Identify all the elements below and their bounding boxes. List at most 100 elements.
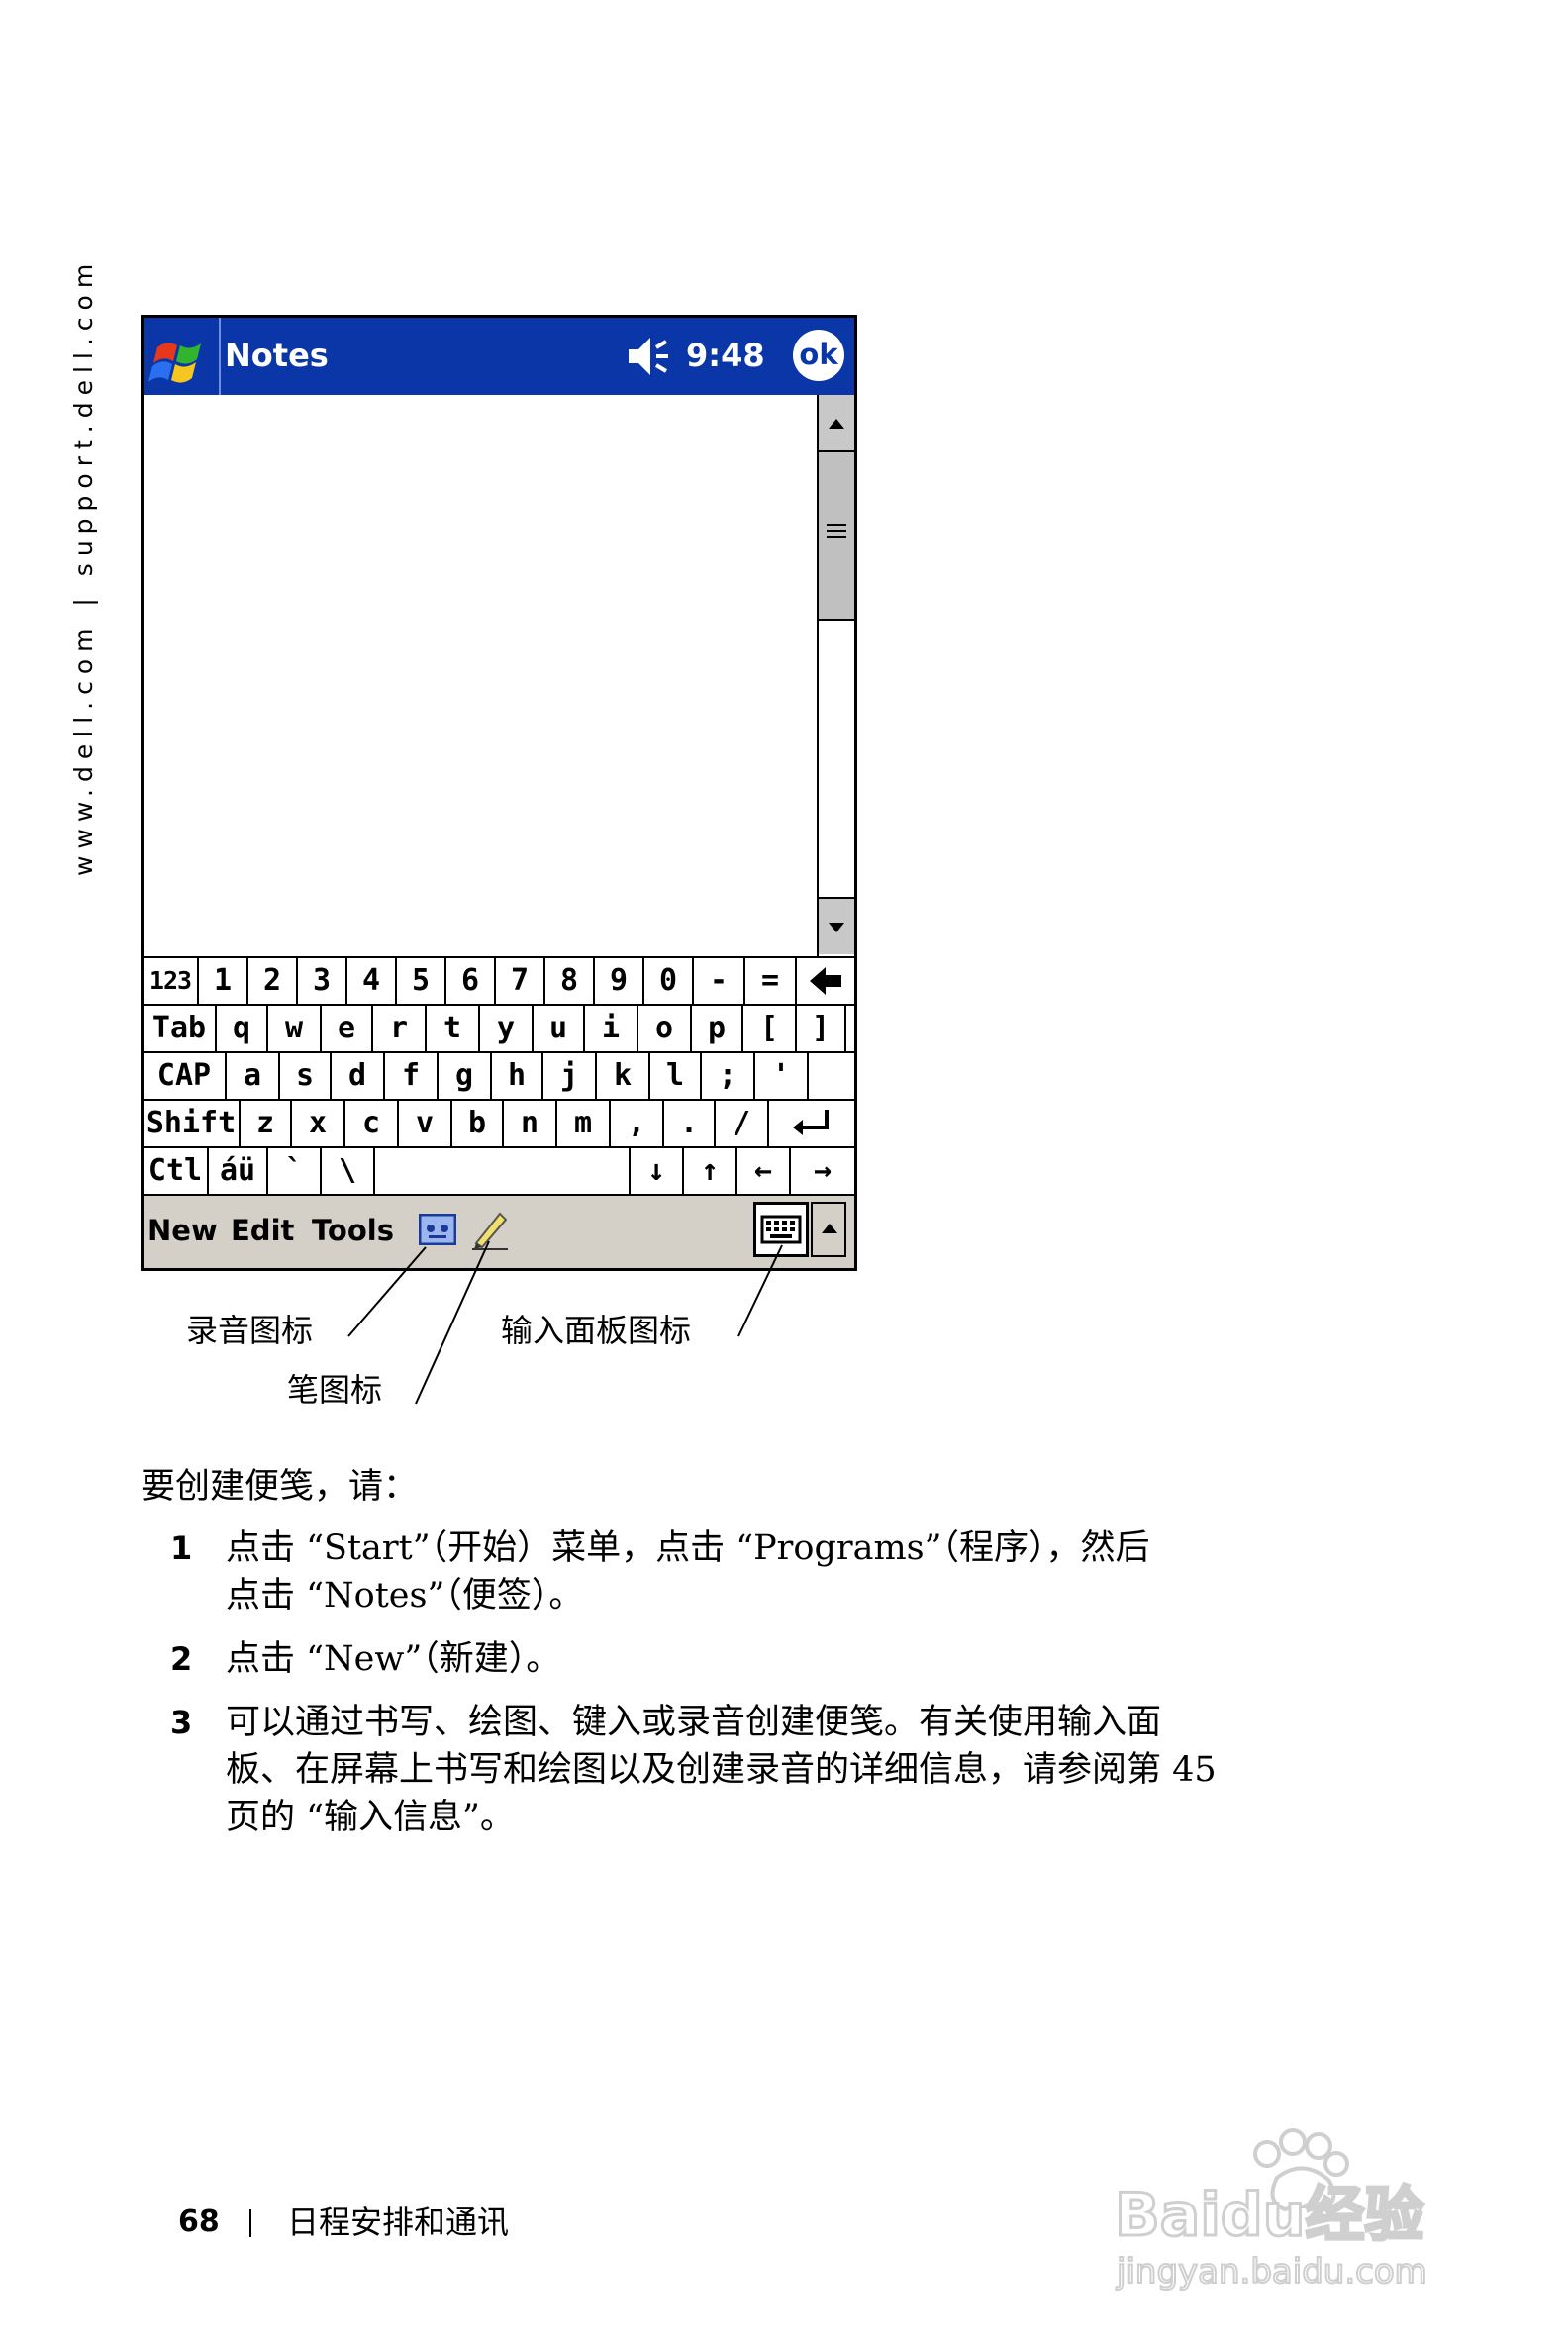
key-ctl[interactable]: Ctl <box>144 1148 209 1194</box>
key-p[interactable]: p <box>692 1006 743 1051</box>
key-shift[interactable]: Shift <box>144 1101 241 1146</box>
scroll-up-button[interactable] <box>819 395 854 452</box>
key-y[interactable]: y <box>480 1006 534 1051</box>
key-2[interactable]: 2 <box>248 958 298 1004</box>
menu-new[interactable]: New <box>147 1208 218 1253</box>
key-backspace[interactable] <box>797 958 854 1004</box>
input-panel-keyboard-icon[interactable] <box>753 1202 809 1257</box>
key-q[interactable]: q <box>217 1006 268 1051</box>
enter-icon <box>793 1110 829 1135</box>
start-button[interactable] <box>144 318 221 395</box>
section-title: 日程安排和通讯 <box>287 2204 510 2241</box>
step-number: 2 <box>170 1640 193 1678</box>
key-l[interactable]: l <box>650 1053 702 1099</box>
step-line: 可以通过书写、绘图、键入或录音创建便笺。有关使用输入面 <box>226 1703 1162 1742</box>
key-f[interactable]: f <box>385 1053 439 1099</box>
speaker-icon[interactable] <box>627 334 676 379</box>
key-semicolon[interactable]: ; <box>702 1053 755 1099</box>
recording-icon[interactable] <box>418 1213 457 1246</box>
intro-text: 要创建便笺，请： <box>141 1467 419 1507</box>
keyboard-row-bottom: Shift z x c v b n m , . / <box>144 1101 854 1148</box>
key-x[interactable]: x <box>292 1101 345 1146</box>
key-d[interactable]: d <box>332 1053 385 1099</box>
key-a[interactable]: a <box>227 1053 280 1099</box>
key-e[interactable]: e <box>322 1006 373 1051</box>
key-s[interactable]: s <box>280 1053 332 1099</box>
chevron-up-icon <box>822 1224 837 1233</box>
key-comma[interactable]: , <box>611 1101 664 1146</box>
key-5[interactable]: 5 <box>397 958 446 1004</box>
app-title: Notes <box>225 337 329 374</box>
key-backslash[interactable]: \ <box>322 1148 375 1194</box>
key-j[interactable]: j <box>543 1053 597 1099</box>
key-t[interactable]: t <box>427 1006 480 1051</box>
watermark-brand: Baidu经验 <box>1115 2181 1423 2250</box>
key-right-bracket[interactable]: ] <box>797 1006 846 1051</box>
key-0[interactable]: 0 <box>644 958 694 1004</box>
key-n[interactable]: n <box>504 1101 557 1146</box>
key-m[interactable]: m <box>557 1101 611 1146</box>
note-writing-area[interactable] <box>144 395 817 956</box>
key-o[interactable]: o <box>638 1006 692 1051</box>
key-i[interactable]: i <box>585 1006 638 1051</box>
key-international[interactable]: áü <box>209 1148 268 1194</box>
key-c[interactable]: c <box>345 1101 399 1146</box>
key-r[interactable]: r <box>373 1006 427 1051</box>
key-up[interactable]: ↑ <box>684 1148 737 1194</box>
key-9[interactable]: 9 <box>595 958 644 1004</box>
menu-tools[interactable]: Tools <box>312 1208 394 1253</box>
step-number: 3 <box>170 1704 193 1741</box>
callout-pen-icon: 笔图标 <box>287 1371 383 1409</box>
scroll-down-button[interactable] <box>819 897 854 954</box>
key-enter[interactable] <box>769 1101 854 1146</box>
key-123[interactable]: 123 <box>144 958 199 1004</box>
key-z[interactable]: z <box>241 1101 292 1146</box>
side-url: www.dell.com | support.dell.com <box>69 256 98 876</box>
ok-button[interactable]: ok <box>793 330 844 381</box>
key-caps[interactable]: CAP <box>144 1053 227 1099</box>
scroll-thumb[interactable] <box>819 452 854 621</box>
key-apostrophe[interactable]: ' <box>755 1053 809 1099</box>
key-period[interactable]: . <box>664 1101 716 1146</box>
key-tab[interactable]: Tab <box>144 1006 217 1051</box>
keyboard-row-control: Ctl áü ` \ ↓ ↑ ← → <box>144 1148 854 1196</box>
key-left[interactable]: ← <box>737 1148 791 1194</box>
key-equals[interactable]: = <box>745 958 797 1004</box>
key-8[interactable]: 8 <box>545 958 595 1004</box>
pen-icon[interactable] <box>470 1208 510 1251</box>
vertical-scrollbar[interactable] <box>817 395 854 956</box>
baidu-watermark: Baidu经验 jingyan.baidu.com <box>1109 2118 1485 2297</box>
key-left-bracket[interactable]: [ <box>743 1006 797 1051</box>
key-backtick[interactable]: ` <box>268 1148 322 1194</box>
scroll-down-icon <box>829 923 844 932</box>
menu-edit[interactable]: Edit <box>231 1208 294 1253</box>
key-6[interactable]: 6 <box>446 958 496 1004</box>
key-minus[interactable]: - <box>694 958 745 1004</box>
step-text: 点击 “Start”（开始）菜单，点击 “Programs”（程序），然后 点击… <box>226 1524 1364 1619</box>
key-7[interactable]: 7 <box>496 958 545 1004</box>
key-w[interactable]: w <box>268 1006 322 1051</box>
keyboard-row-numbers: 123 1 2 3 4 5 6 7 8 9 0 - = <box>144 958 854 1006</box>
key-right[interactable]: → <box>791 1148 854 1194</box>
key-g[interactable]: g <box>439 1053 492 1099</box>
keyboard-row-home: CAP a s d f g h j k l ; ' <box>144 1053 854 1101</box>
key-space[interactable] <box>375 1148 631 1194</box>
key-h[interactable]: h <box>492 1053 543 1099</box>
key-1[interactable]: 1 <box>199 958 248 1004</box>
key-down[interactable]: ↓ <box>631 1148 684 1194</box>
keyboard-row-top: Tab q w e r t y u i o p [ ] <box>144 1006 854 1053</box>
key-3[interactable]: 3 <box>298 958 347 1004</box>
step-line: 页的 “输入信息”。 <box>226 1798 515 1837</box>
grip-icon <box>827 524 846 541</box>
key-slash[interactable]: / <box>716 1101 769 1146</box>
key-k[interactable]: k <box>597 1053 650 1099</box>
key-u[interactable]: u <box>534 1006 585 1051</box>
key-b[interactable]: b <box>452 1101 504 1146</box>
input-method-selector[interactable] <box>811 1202 846 1257</box>
backspace-icon <box>810 967 841 995</box>
key-4[interactable]: 4 <box>347 958 397 1004</box>
soft-keyboard: 123 1 2 3 4 5 6 7 8 9 0 - = Tab q w e r <box>144 956 854 1196</box>
step-line: 点击 “Start”（开始）菜单，点击 “Programs”（程序），然后 <box>226 1528 1150 1568</box>
key-v[interactable]: v <box>399 1101 452 1146</box>
clock[interactable]: 9:48 <box>686 332 765 379</box>
